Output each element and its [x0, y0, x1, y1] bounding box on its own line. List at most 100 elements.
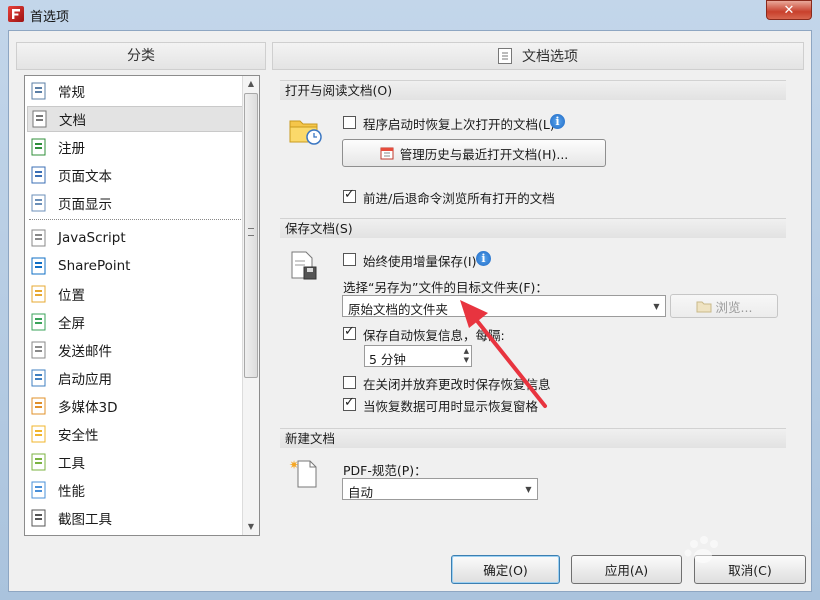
save-group-title: 保存文档(S)	[280, 218, 786, 238]
sidebar-item-label: 页面文本	[58, 169, 112, 185]
sidebar-item-label: SharePoint	[58, 258, 131, 274]
scroll-grip-icon	[248, 228, 254, 236]
launch-app-icon	[29, 368, 49, 388]
manage-history-button[interactable]: 管理历史与最近打开文档(H)...	[342, 139, 606, 167]
sidebar-item-email[interactable]: 发送邮件	[27, 337, 243, 363]
browse-label: 浏览...	[715, 299, 753, 315]
sidebar-item-label: JavaScript	[58, 230, 126, 246]
chevron-down-icon: ▼	[525, 484, 532, 494]
restore-last-docs-checkbox[interactable]	[343, 116, 356, 129]
autosave-checkbox[interactable]	[343, 324, 356, 340]
document-icon	[30, 109, 50, 129]
document-options-content: 打开与阅读文档(O) 程序启动时恢复上次打开的文档(L) i 管理历史与最近打开…	[280, 76, 788, 520]
show-recovery-pane-label: 当恢复数据可用时显示恢复窗格	[363, 399, 539, 414]
info-icon[interactable]: i	[550, 114, 565, 129]
sidebar-item-folder-location[interactable]: 位置	[27, 281, 243, 307]
sidebar-item-sharepoint[interactable]: SharePoint	[27, 253, 243, 279]
sidebar-item-label: 文档	[59, 113, 86, 129]
sidebar-item-camera[interactable]: 截图工具	[27, 505, 243, 531]
sidebar-item-label: 页面显示	[58, 197, 112, 213]
sidebar-item-label: 常规	[58, 85, 85, 101]
page-display-icon	[29, 193, 49, 213]
sidebar-item-document[interactable]: 文档	[27, 106, 243, 132]
scroll-thumb[interactable]	[244, 93, 258, 378]
sidebar-item-security-shield[interactable]: 安全性	[27, 421, 243, 447]
folder-location-icon	[29, 284, 49, 304]
ok-button[interactable]: 确定(O)	[451, 555, 560, 584]
stepper-arrows-icon[interactable]: ▲ ▼	[464, 347, 469, 365]
target-folder-dropdown[interactable]: 原始文档的文件夹 ▼	[342, 295, 666, 317]
save-group: 始终使用增量保存(I) i 选择“另存为”文件的目标文件夹(F)： 原始文档的文…	[280, 239, 786, 424]
target-folder-value: 原始文档的文件夹	[348, 302, 449, 317]
app-logo-icon	[8, 6, 24, 22]
calendar-icon	[380, 147, 394, 160]
categories-header: 分类	[16, 42, 266, 70]
show-recovery-pane-checkbox[interactable]	[343, 395, 356, 411]
scroll-down-arrow-icon[interactable]: ▼	[243, 519, 259, 535]
browse-button[interactable]: 浏览...	[670, 294, 778, 318]
incremental-save-checkbox[interactable]	[343, 253, 356, 266]
nav-all-docs-label: 前进/后退命令浏览所有打开的文档	[363, 191, 555, 206]
new-document-icon: ✷	[289, 458, 317, 488]
multimedia-3d-icon	[29, 396, 49, 416]
nav-all-docs-checkbox[interactable]	[343, 187, 356, 203]
sidebar-item-fullscreen[interactable]: 全屏	[27, 309, 243, 335]
sidebar-item-user-register[interactable]: 注册	[27, 134, 243, 160]
open-read-group: 程序启动时恢复上次打开的文档(L) i 管理历史与最近打开文档(H)... 前进…	[280, 101, 786, 211]
sidebar-item-label: 启动应用	[58, 372, 112, 388]
window-title: 首选项	[30, 10, 70, 25]
folder-icon	[696, 301, 712, 313]
document-options-header: 文档选项	[272, 42, 804, 70]
restore-last-docs-label: 程序启动时恢复上次打开的文档(L)	[363, 117, 555, 132]
info-icon[interactable]: i	[476, 251, 491, 266]
camera-icon	[29, 508, 49, 528]
sidebar-item-label: 注册	[58, 141, 85, 157]
autosave-interval-stepper[interactable]: 5 分钟 ▲ ▼	[364, 345, 472, 367]
security-shield-icon	[29, 424, 49, 444]
chevron-down-icon: ▼	[653, 301, 660, 311]
sidebar-item-general-settings[interactable]: 常规	[27, 78, 243, 104]
document-options-title: 文档选项	[522, 49, 578, 65]
user-register-icon	[29, 137, 49, 157]
sidebar-item-performance-gauge[interactable]: 性能	[27, 477, 243, 503]
open-read-group-title: 打开与阅读文档(O)	[280, 80, 786, 100]
sidebar-item-label: 性能	[58, 484, 85, 500]
sidebar-item-label: 全屏	[58, 316, 85, 332]
sidebar-item-page-text[interactable]: 页面文本	[27, 162, 243, 188]
sidebar-item-multimedia-3d[interactable]: 多媒体3D	[27, 393, 243, 419]
sidebar-item-javascript[interactable]: JavaScript	[27, 225, 243, 251]
title-bar[interactable]: 首选项 ✕	[0, 0, 820, 28]
manage-history-label: 管理历史与最近打开文档(H)...	[399, 146, 569, 162]
incremental-save-label: 始终使用增量保存(I)	[363, 254, 477, 269]
autosave-label: 保存自动恢复信息，每隔:	[363, 328, 505, 343]
sidebar-item-page-display[interactable]: 页面显示	[27, 190, 243, 216]
sidebar-item-launch-app[interactable]: 启动应用	[27, 365, 243, 391]
sidebar-item-label: 安全性	[58, 428, 99, 444]
discard-recovery-label: 在关闭并放弃更改时保存恢复信息	[363, 377, 551, 392]
pdf-spec-dropdown[interactable]: 自动 ▼	[342, 478, 538, 500]
general-settings-icon	[29, 81, 49, 101]
interval-value: 5 分钟	[369, 352, 406, 367]
sidebar-item-label: 多媒体3D	[58, 400, 118, 416]
discard-recovery-checkbox[interactable]	[343, 376, 356, 389]
new-doc-group-title: 新建文档	[280, 428, 786, 448]
save-document-icon	[291, 251, 317, 280]
sidebar-item-label: 工具	[58, 456, 85, 472]
pdf-spec-label: PDF-规范(P)：	[343, 463, 427, 478]
sharepoint-icon	[29, 256, 49, 276]
page-text-icon	[29, 165, 49, 185]
categories-scrollbar[interactable]: ▲ ▼	[242, 76, 259, 535]
folder-clock-icon	[289, 120, 322, 145]
performance-gauge-icon	[29, 480, 49, 500]
sidebar-item-tools[interactable]: 工具	[27, 449, 243, 475]
javascript-icon	[29, 228, 49, 248]
categories-list[interactable]: 常规文档注册页面文本页面显示 JavaScript SharePoint 位置全屏发送…	[24, 75, 260, 536]
target-folder-label: 选择“另存为”文件的目标文件夹(F)：	[343, 280, 548, 295]
pdf-spec-value: 自动	[348, 485, 374, 500]
scroll-up-arrow-icon[interactable]: ▲	[243, 76, 259, 92]
close-button[interactable]: ✕	[766, 0, 812, 20]
sidebar-item-label: 发送邮件	[58, 344, 112, 360]
new-doc-group: ✷ PDF-规范(P)： 自动 ▼	[280, 449, 786, 519]
fullscreen-icon	[29, 312, 49, 332]
sidebar-item-label: 截图工具	[58, 512, 112, 528]
